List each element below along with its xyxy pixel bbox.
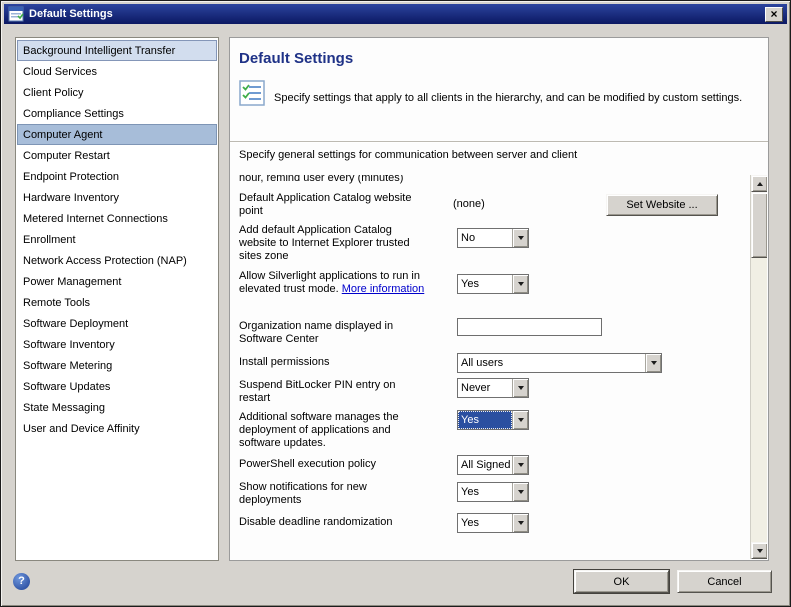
setting-label-notifications: Show notifications for new deployments (239, 481, 429, 507)
sidebar-item-endpoint-protection[interactable]: Endpoint Protection (17, 166, 217, 187)
sidebar-item-software-inventory[interactable]: Software Inventory (17, 334, 217, 355)
setting-label-deadline: Disable deadline randomization (239, 516, 429, 529)
window-icon (8, 6, 24, 22)
sidebar-item-state-messaging[interactable]: State Messaging (17, 397, 217, 418)
page-title: Default Settings (239, 50, 353, 67)
sidebar-item-computer-agent[interactable]: Computer Agent (17, 124, 217, 145)
sidebar-item-user-and-device-affinity[interactable]: User and Device Affinity (17, 418, 217, 439)
bitlocker-dropdown-value: Never (458, 379, 512, 397)
chevron-down-icon[interactable] (512, 275, 528, 293)
setting-label-powershell: PowerShell execution policy (239, 458, 429, 471)
setting-label-organization-name: Organization name displayed in Software … (239, 320, 429, 346)
chevron-down-icon[interactable] (512, 411, 528, 429)
settings-group-list: Background Intelligent TransferCloud Ser… (15, 37, 219, 561)
chevron-down-icon[interactable] (512, 229, 528, 247)
trusted-sites-dropdown-value: No (458, 229, 512, 247)
divider (230, 141, 768, 143)
setting-label-install-permissions: Install permissions (239, 356, 429, 369)
settings-list-icon (239, 80, 265, 106)
setting-label-catalog-website-point: Default Application Catalog website poin… (239, 192, 429, 218)
chevron-down-icon[interactable] (512, 483, 528, 501)
trusted-sites-dropdown[interactable]: No (457, 228, 529, 248)
scrollbar-thumb[interactable] (751, 192, 767, 258)
silverlight-dropdown[interactable]: Yes (457, 274, 529, 294)
sidebar-item-compliance-settings[interactable]: Compliance Settings (17, 103, 217, 124)
sidebar-item-software-updates[interactable]: Software Updates (17, 376, 217, 397)
install-permissions-dropdown[interactable]: All users (457, 353, 662, 373)
scroll-up-icon[interactable] (751, 175, 767, 192)
window-title: Default Settings (29, 8, 765, 20)
scroll-down-icon[interactable] (751, 542, 767, 559)
ok-button[interactable]: OK (574, 570, 669, 593)
bitlocker-dropdown[interactable]: Never (457, 378, 529, 398)
chevron-down-icon[interactable] (512, 456, 528, 474)
setting-label-additional-software: Additional software manages the deployme… (239, 411, 429, 450)
additional-software-dropdown-value: Yes (458, 411, 512, 429)
sidebar-item-remote-tools[interactable]: Remote Tools (17, 292, 217, 313)
set-website-button[interactable]: Set Website ... (606, 194, 718, 216)
chevron-down-icon[interactable] (645, 354, 661, 372)
deadline-dropdown[interactable]: Yes (457, 513, 529, 533)
setting-label-trusted-sites: Add default Application Catalog website … (239, 224, 429, 263)
sidebar-item-background-intelligent-transfer[interactable]: Background Intelligent Transfer (17, 40, 217, 61)
sidebar-item-enrollment[interactable]: Enrollment (17, 229, 217, 250)
sidebar-item-network-access-protection-nap[interactable]: Network Access Protection (NAP) (17, 250, 217, 271)
sidebar-item-computer-restart[interactable]: Computer Restart (17, 145, 217, 166)
section-heading: Specify general settings for communicati… (239, 149, 739, 161)
sidebar-item-software-metering[interactable]: Software Metering (17, 355, 217, 376)
sidebar-item-cloud-services[interactable]: Cloud Services (17, 61, 217, 82)
deadline-dropdown-value: Yes (458, 514, 512, 532)
notifications-dropdown[interactable]: Yes (457, 482, 529, 502)
vertical-scrollbar[interactable] (750, 175, 767, 559)
silverlight-dropdown-value: Yes (458, 275, 512, 293)
title-bar[interactable]: Default Settings × (4, 4, 787, 24)
sidebar-item-client-policy[interactable]: Client Policy (17, 82, 217, 103)
powershell-dropdown-value: All Signed (458, 456, 512, 474)
close-icon[interactable]: × (765, 7, 783, 22)
notifications-dropdown-value: Yes (458, 483, 512, 501)
sidebar-item-software-deployment[interactable]: Software Deployment (17, 313, 217, 334)
catalog-website-point-value: (none) (453, 198, 485, 211)
help-icon[interactable]: ? (13, 573, 30, 590)
sidebar-item-metered-internet-connections[interactable]: Metered Internet Connections (17, 208, 217, 229)
setting-label-bitlocker: Suspend BitLocker PIN entry on restart (239, 379, 429, 405)
sidebar-item-hardware-inventory[interactable]: Hardware Inventory (17, 187, 217, 208)
additional-software-dropdown[interactable]: Yes (457, 410, 529, 430)
chevron-down-icon[interactable] (512, 379, 528, 397)
chevron-down-icon[interactable] (512, 514, 528, 532)
setting-label-reminder-interval: hour, remind user every (minutes) (239, 175, 459, 185)
main-panel: Default Settings Specify settings that a… (229, 37, 769, 561)
more-information-link[interactable]: More information (342, 283, 425, 295)
install-permissions-dropdown-value: All users (458, 354, 645, 372)
page-description: Specify settings that apply to all clien… (274, 92, 744, 105)
sidebar-item-power-management[interactable]: Power Management (17, 271, 217, 292)
settings-scroll-area: hour, remind user every (minutes) Defaul… (231, 175, 767, 559)
cancel-button[interactable]: Cancel (677, 570, 772, 593)
powershell-dropdown[interactable]: All Signed (457, 455, 529, 475)
organization-name-input[interactable] (457, 318, 602, 336)
default-settings-dialog: Default Settings × Background Intelligen… (0, 0, 791, 607)
setting-label-silverlight: Allow Silverlight applications to run in… (239, 270, 429, 296)
